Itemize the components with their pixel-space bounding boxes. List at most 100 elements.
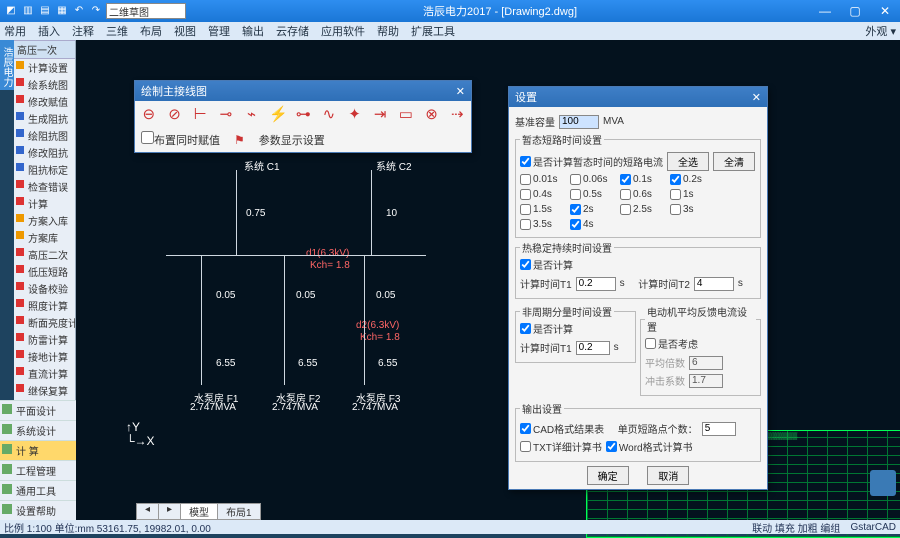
tree-item[interactable]: 设备校验 — [14, 280, 75, 297]
palette-item[interactable]: 设置帮助 — [0, 500, 76, 520]
maximize-icon[interactable]: ▢ — [840, 4, 870, 18]
symbol-icon[interactable]: ⇢ — [449, 105, 465, 123]
assign-on-place-checkbox[interactable]: 布置同时赋值 — [141, 131, 220, 148]
time-checkbox[interactable]: 3.5s — [520, 219, 566, 230]
calc-transient-checkbox[interactable]: 是否计算暂态时间的短路电流 — [520, 154, 663, 169]
time-checkbox[interactable]: 0.5s — [570, 189, 616, 200]
tree-item[interactable]: 防雷计算 — [14, 331, 75, 348]
workspace-combo[interactable] — [106, 3, 186, 19]
time-checkbox[interactable]: 1s — [670, 189, 716, 200]
time-checkbox[interactable]: 2s — [570, 204, 616, 215]
minimize-icon[interactable]: — — [810, 4, 840, 18]
symbol-icon[interactable]: ▭ — [398, 105, 414, 123]
tree-item[interactable]: 绘系统图 — [14, 76, 75, 93]
qat-new-icon[interactable]: ▥ — [21, 3, 35, 17]
tree-item[interactable]: 低压短路 — [14, 263, 75, 280]
menu-item[interactable]: 三维 — [106, 23, 128, 39]
palette-item[interactable]: 计 算 — [0, 440, 76, 460]
menu-item[interactable]: 应用软件 — [321, 23, 365, 39]
palette-item[interactable]: 通用工具 — [0, 480, 76, 500]
tree-item[interactable]: 接地计算 — [14, 348, 75, 365]
time-checkbox[interactable]: 0.1s — [620, 174, 666, 185]
menu-appearance[interactable]: 外观 ▾ — [865, 23, 896, 39]
tree-item[interactable]: 计算 — [14, 195, 75, 212]
symbol-icon[interactable]: ⊶ — [295, 105, 311, 123]
tree-item[interactable]: 断面亮度计算 — [14, 314, 75, 331]
time-checkbox[interactable]: 0.6s — [620, 189, 666, 200]
tree-item[interactable]: 阻抗标定 — [14, 161, 75, 178]
assistant-avatar-icon[interactable] — [870, 470, 896, 496]
cad-output-checkbox[interactable]: CAD格式结果表 — [520, 421, 604, 436]
base-capacity-input[interactable] — [559, 115, 599, 129]
tree-item[interactable]: 绘阻抗图 — [14, 127, 75, 144]
palette-item[interactable]: 工程管理 — [0, 460, 76, 480]
dialog-close-icon[interactable]: ✕ — [752, 91, 761, 104]
tree-item[interactable]: 高压二次 — [14, 246, 75, 263]
time-checkbox[interactable]: 0.2s — [670, 174, 716, 185]
time-checkbox[interactable]: 4s — [570, 219, 616, 230]
param-display-link[interactable]: 参数显示设置 — [259, 132, 325, 148]
menu-item[interactable]: 云存储 — [276, 23, 309, 39]
qat-save-icon[interactable]: ▦ — [55, 3, 69, 17]
ok-button[interactable]: 确定 — [587, 466, 629, 485]
symbol-icon[interactable]: ⊘ — [167, 105, 183, 123]
tree-item[interactable]: 方案库 — [14, 229, 75, 246]
qat-undo-icon[interactable]: ↶ — [72, 3, 86, 17]
time-checkbox[interactable]: 0.4s — [520, 189, 566, 200]
palette-item[interactable]: 平面设计 — [0, 400, 76, 420]
symbol-icon[interactable]: ⊗ — [424, 105, 440, 123]
word-output-checkbox[interactable]: Word格式计算书 — [606, 439, 693, 454]
symbol-icon[interactable]: ⊸ — [218, 105, 234, 123]
txt-output-checkbox[interactable]: TXT详细计算书 — [520, 439, 602, 454]
menu-item[interactable]: 视图 — [174, 23, 196, 39]
tree-item[interactable]: 照度计算 — [14, 297, 75, 314]
menu-item[interactable]: 帮助 — [377, 23, 399, 39]
qat-redo-icon[interactable]: ↷ — [89, 3, 103, 17]
symbol-icon[interactable]: ✦ — [347, 105, 363, 123]
thermal-calc-checkbox[interactable]: 是否计算 — [520, 257, 573, 272]
tab-nav-right[interactable]: ▸ — [158, 503, 181, 520]
perpage-input[interactable] — [702, 422, 736, 436]
tree-item[interactable]: 继保复算 — [14, 382, 75, 399]
tab-nav-left[interactable]: ◂ — [136, 503, 159, 520]
motor-consider-checkbox[interactable]: 是否考虑 — [645, 336, 698, 351]
tree-item[interactable]: 修改阻抗 — [14, 144, 75, 161]
menu-item[interactable]: 常用 — [4, 23, 26, 39]
tree-item[interactable]: 计算设置 — [14, 59, 75, 76]
tree-item[interactable]: 检查错误 — [14, 178, 75, 195]
layout-tab[interactable]: 布局1 — [217, 503, 261, 520]
symbol-icon[interactable]: ∿ — [321, 105, 337, 123]
group-header[interactable]: 高压一次 — [14, 40, 75, 59]
nonperiodic-checkbox[interactable]: 是否计算 — [520, 321, 573, 336]
tree-item[interactable]: 直流计算 — [14, 365, 75, 382]
dialog-close-icon[interactable]: ✕ — [456, 85, 465, 98]
tree-item[interactable]: 修改赋值 — [14, 93, 75, 110]
menu-item[interactable]: 扩展工具 — [411, 23, 455, 39]
symbol-icon[interactable]: ⇥ — [372, 105, 388, 123]
t1-input[interactable] — [576, 277, 616, 291]
symbol-icon[interactable]: ⊢ — [192, 105, 208, 123]
symbol-icon[interactable]: ⚡ — [269, 105, 285, 123]
symbol-icon[interactable]: ⌁ — [244, 105, 260, 123]
status-toggles[interactable]: 联动 填充 加粗 编组 — [752, 520, 840, 535]
menu-item[interactable]: 管理 — [208, 23, 230, 39]
time-checkbox[interactable]: 3s — [670, 204, 716, 215]
tree-item[interactable]: 方案入库 — [14, 212, 75, 229]
t2-input[interactable] — [694, 277, 734, 291]
select-all-button[interactable]: 全选 — [667, 152, 709, 171]
qat-open-icon[interactable]: ▤ — [38, 3, 52, 17]
time-checkbox[interactable]: 0.06s — [570, 174, 616, 185]
time-checkbox[interactable]: 2.5s — [620, 204, 666, 215]
palette-item[interactable]: 系统设计 — [0, 420, 76, 440]
model-tab[interactable]: 模型 — [180, 503, 218, 520]
clear-all-button[interactable]: 全清 — [713, 152, 755, 171]
np-t-input[interactable] — [576, 341, 610, 355]
menu-item[interactable]: 注释 — [72, 23, 94, 39]
time-checkbox[interactable]: 1.5s — [520, 204, 566, 215]
menu-item[interactable]: 布局 — [140, 23, 162, 39]
time-checkbox[interactable]: 0.01s — [520, 174, 566, 185]
menu-item[interactable]: 输出 — [242, 23, 264, 39]
tree-item[interactable]: 生成阻抗 — [14, 110, 75, 127]
cancel-button[interactable]: 取消 — [647, 466, 689, 485]
symbol-icon[interactable]: ⊖ — [141, 105, 157, 123]
